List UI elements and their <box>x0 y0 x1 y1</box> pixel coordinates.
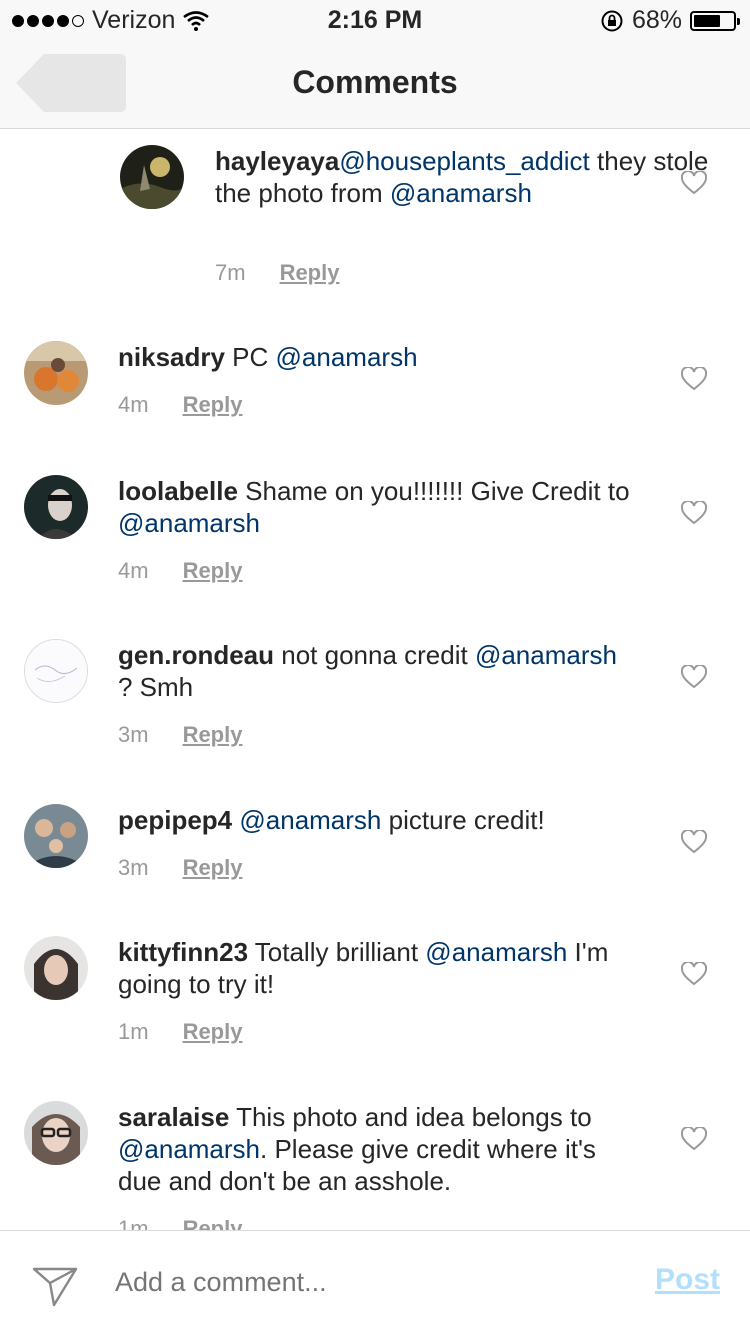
mention-link[interactable]: @anamarsh <box>475 640 617 670</box>
mention-link[interactable]: @anamarsh <box>118 1134 260 1164</box>
mention-link[interactable]: @houseplants_addict <box>339 146 589 176</box>
avatar[interactable] <box>24 475 88 539</box>
reply-button[interactable]: Reply <box>280 260 340 285</box>
reply-button[interactable]: Reply <box>183 855 243 880</box>
heart-icon[interactable] <box>681 501 707 525</box>
reply-button[interactable]: Reply <box>183 392 243 417</box>
avatar[interactable] <box>120 145 184 209</box>
comment-body-text: This photo and idea belongs to <box>229 1102 592 1132</box>
comment-body-text: picture credit! <box>381 805 545 835</box>
avatar[interactable] <box>24 936 88 1000</box>
comment-body-text: Shame on you!!!!!!! Give Credit to <box>237 476 630 506</box>
heart-icon[interactable] <box>681 1127 707 1151</box>
comment-composer: Post <box>0 1230 750 1335</box>
comment-body-text: Totally brilliant <box>248 937 426 967</box>
mention-link[interactable]: @anamarsh <box>425 937 567 967</box>
comment-username[interactable]: saralaise <box>118 1102 229 1132</box>
comment-meta: 1m Reply <box>118 1216 242 1230</box>
comment-username[interactable]: hayleyaya <box>215 146 339 176</box>
comment-text: loolabelle Shame on you!!!!!!! Give Cred… <box>118 475 638 539</box>
comment-text: niksadry PC @anamarsh <box>118 341 638 373</box>
comment-username[interactable]: loolabelle <box>118 476 238 506</box>
comment-username[interactable]: kittyfinn23 <box>118 937 248 967</box>
status-right: 68% <box>600 6 740 35</box>
comment-input[interactable] <box>115 1267 595 1298</box>
avatar[interactable] <box>24 639 88 703</box>
comment-text: hayleyaya@houseplants_addict they stole … <box>215 145 735 209</box>
comment-username[interactable]: niksadry <box>118 342 225 372</box>
comment-time: 1m <box>118 1019 149 1044</box>
comment-username[interactable]: pepipep4 <box>118 805 232 835</box>
nav-bar: Comments <box>0 40 750 129</box>
avatar[interactable] <box>24 804 88 868</box>
comment-meta: 3m Reply <box>118 855 242 881</box>
avatar[interactable] <box>24 341 88 405</box>
comment-meta: 4m Reply <box>118 558 242 584</box>
comment-username[interactable]: gen.rondeau <box>118 640 274 670</box>
comment-time: 7m <box>215 260 246 285</box>
comment-meta: 4m Reply <box>118 392 242 418</box>
heart-icon[interactable] <box>681 367 707 391</box>
comment-body-text: ? Smh <box>118 672 194 702</box>
heart-icon[interactable] <box>681 171 707 195</box>
comment-text: gen.rondeau not gonna credit @anamarsh ?… <box>118 639 638 703</box>
heart-icon[interactable] <box>681 665 707 689</box>
comment-text: saralaise This photo and idea belongs to… <box>118 1101 638 1197</box>
heart-icon[interactable] <box>681 830 707 854</box>
reply-button[interactable]: Reply <box>183 1019 243 1044</box>
mention-link[interactable]: @anamarsh <box>390 178 532 208</box>
mention-link[interactable]: @anamarsh <box>276 342 418 372</box>
comment-meta: 3m Reply <box>118 722 242 748</box>
comment-time: 4m <box>118 392 149 417</box>
page-title: Comments <box>292 64 458 100</box>
avatar[interactable] <box>24 1101 88 1165</box>
comment-text: kittyfinn23 Totally brilliant @anamarsh … <box>118 936 638 1000</box>
status-bar: Verizon 2:16 PM 68% <box>0 0 750 40</box>
comment-time: 4m <box>118 558 149 583</box>
post-button[interactable]: Post <box>655 1263 720 1297</box>
comment-meta: 1m Reply <box>118 1019 242 1045</box>
comment-text: pepipep4 @anamarsh picture credit! <box>118 804 638 836</box>
comment-list[interactable]: hayleyaya@houseplants_addict they stole … <box>0 129 750 1230</box>
comment-body-text: PC <box>224 342 276 372</box>
reply-button[interactable]: Reply <box>183 558 243 583</box>
mention-link[interactable]: @anamarsh <box>118 508 260 538</box>
comment-time: 3m <box>118 855 149 880</box>
comment-time: 3m <box>118 722 149 747</box>
paper-plane-icon[interactable] <box>30 1259 80 1309</box>
battery-percent: 68% <box>631 6 682 34</box>
heart-icon[interactable] <box>681 962 707 986</box>
mention-link[interactable]: @anamarsh <box>239 805 381 835</box>
reply-button[interactable]: Reply <box>183 1216 243 1230</box>
rotation-lock-icon <box>601 10 623 31</box>
comment-body-text: not gonna credit <box>274 640 475 670</box>
comment-meta: 7m Reply <box>215 260 339 286</box>
battery-icon <box>690 10 740 31</box>
reply-button[interactable]: Reply <box>183 722 243 747</box>
comment-time: 1m <box>118 1216 149 1230</box>
